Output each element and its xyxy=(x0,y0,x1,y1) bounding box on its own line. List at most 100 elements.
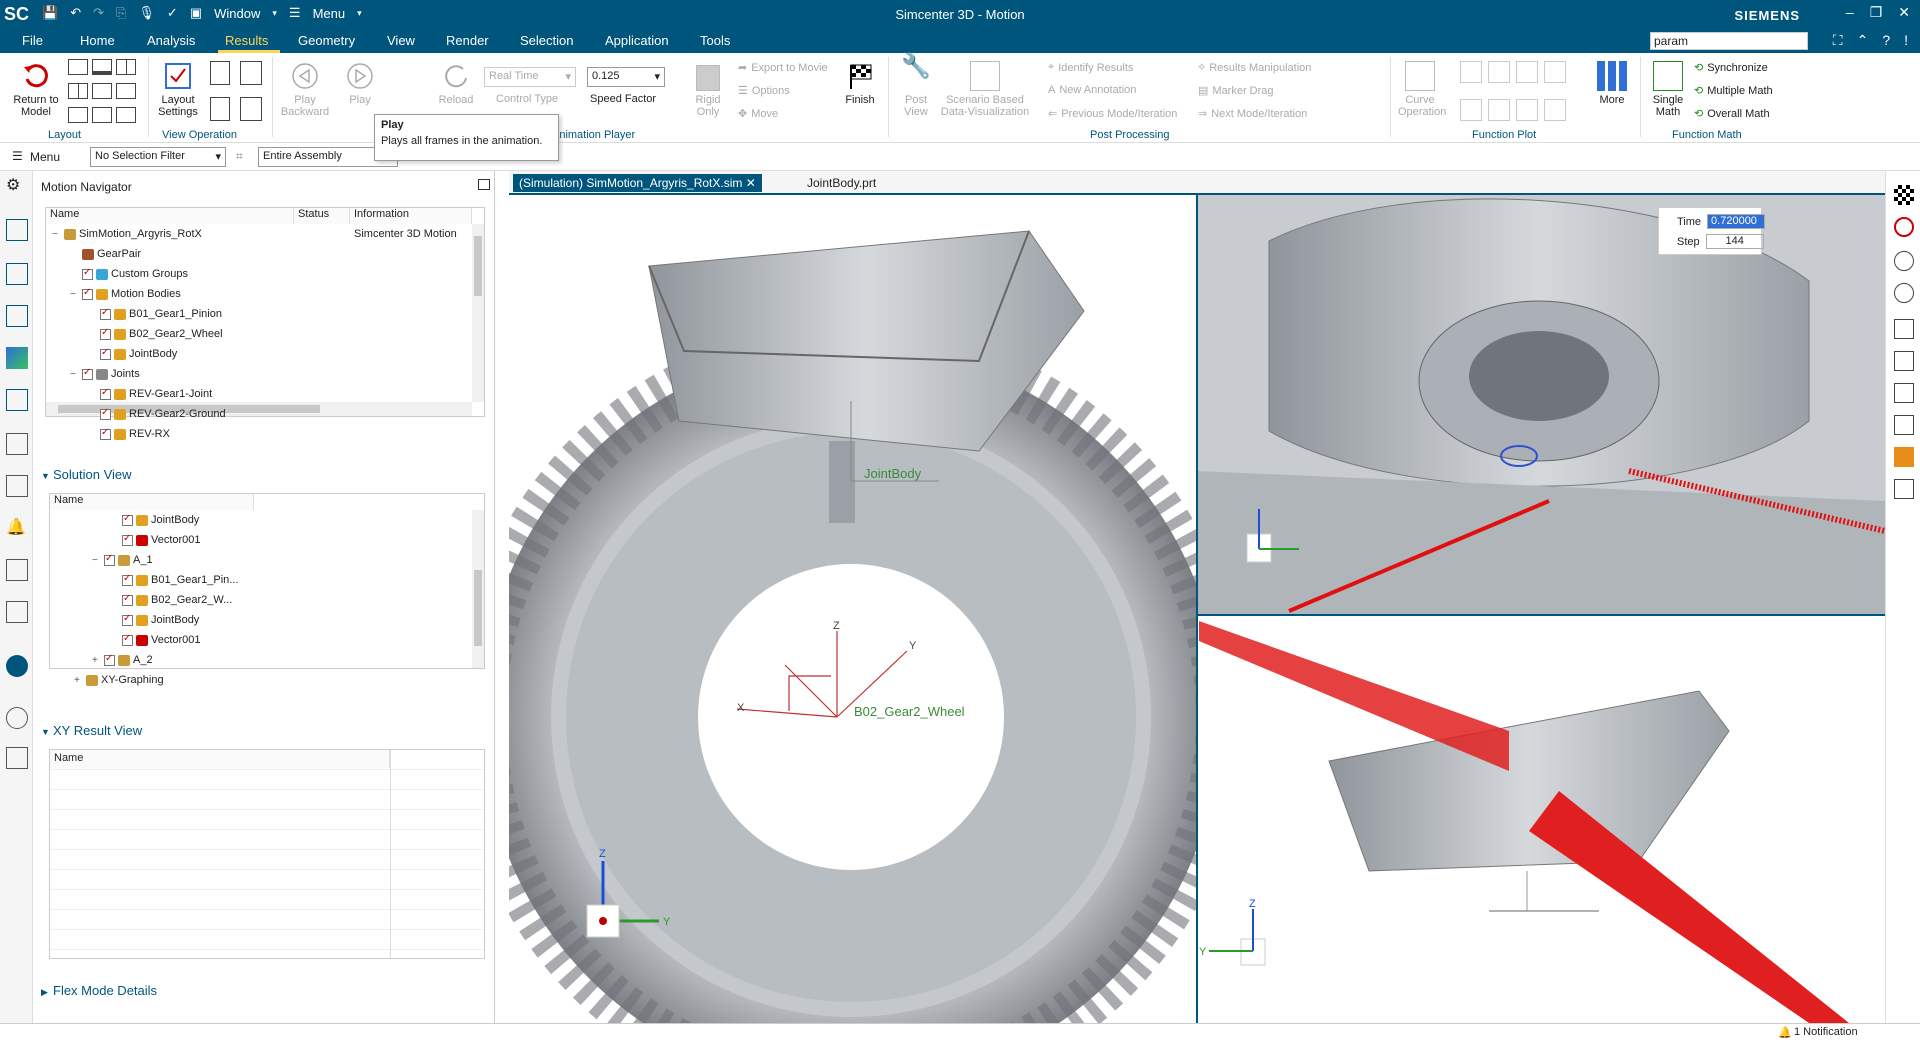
constraint-navigator-icon[interactable] xyxy=(6,305,28,327)
part-navigator-icon[interactable] xyxy=(6,433,28,455)
visibility-checkbox[interactable] xyxy=(82,287,93,300)
expand-toggle-icon[interactable]: − xyxy=(70,289,82,300)
tree-row[interactable]: + XY-Graphing xyxy=(50,670,470,690)
page-icon[interactable] xyxy=(210,61,230,85)
column-header-name[interactable]: Name xyxy=(46,208,294,224)
flex-mode-details-header[interactable]: ▶ Flex Mode Details xyxy=(41,983,157,998)
layout-vsplit-icon[interactable] xyxy=(68,83,88,99)
tree-row[interactable]: JointBody xyxy=(50,510,470,530)
layout-four-icon[interactable] xyxy=(116,59,136,75)
tab-analysis[interactable]: Analysis xyxy=(147,33,195,48)
tree-row[interactable]: Custom Groups xyxy=(46,264,470,284)
tab-results[interactable]: Results xyxy=(225,33,268,48)
wheel-gear[interactable] xyxy=(456,195,1246,1040)
tree-row[interactable]: B02_Gear2_Wheel xyxy=(46,324,470,344)
tools-icon[interactable] xyxy=(6,747,28,769)
search-input[interactable] xyxy=(1650,32,1808,50)
checkered-flag-icon[interactable] xyxy=(1894,185,1914,205)
expand-toggle-icon[interactable]: + xyxy=(92,655,104,666)
palette-icon[interactable] xyxy=(6,601,28,623)
print-icon[interactable] xyxy=(240,61,262,85)
reload-button[interactable]: Reload xyxy=(436,61,476,106)
post-processing-navigator-icon[interactable] xyxy=(6,347,28,369)
visibility-checkbox[interactable] xyxy=(100,347,111,360)
single-math-button[interactable]: Single Math xyxy=(1648,61,1688,118)
xy-result-view-header[interactable]: ▼ XY Result View xyxy=(41,723,142,738)
expand-toggle-icon[interactable]: − xyxy=(52,229,64,240)
notification-count[interactable]: 1 Notification xyxy=(1794,1026,1858,1038)
vertical-scrollbar[interactable] xyxy=(472,510,484,668)
visibility-checkbox[interactable] xyxy=(122,533,133,546)
alert-icon[interactable]: ! xyxy=(1904,32,1908,49)
tree-row[interactable]: JointBody xyxy=(50,610,470,630)
layout-single-icon[interactable] xyxy=(68,59,88,75)
filter-icon[interactable]: ⌗ xyxy=(236,149,243,164)
column-header-information[interactable]: Information xyxy=(350,208,472,224)
expand-toggle-icon[interactable]: + xyxy=(74,675,86,686)
multiple-math-button[interactable]: ⟲ Multiple Math xyxy=(1694,84,1773,98)
layout-nine-icon[interactable] xyxy=(116,107,136,123)
solution-view-header[interactable]: ▼ Solution View xyxy=(41,467,132,482)
tree-row[interactable]: GearPair xyxy=(46,244,470,264)
tree-row[interactable]: − Motion Bodies xyxy=(46,284,470,304)
results-manipulation-button[interactable]: ⟡ Results Manipulation xyxy=(1198,61,1311,74)
stop-icon[interactable] xyxy=(1894,283,1914,303)
minimize-button[interactable]: – xyxy=(1846,4,1854,21)
pause-icon[interactable] xyxy=(1894,251,1914,271)
menu-button[interactable]: Menu xyxy=(30,150,60,164)
history-icon[interactable] xyxy=(6,559,28,581)
layout-hsplit-icon[interactable] xyxy=(92,83,112,99)
refresh-icon[interactable] xyxy=(1894,217,1914,237)
pinion-view[interactable] xyxy=(1197,195,1886,615)
scrollbar-thumb[interactable] xyxy=(474,236,482,296)
collapse-ribbon-icon[interactable]: ⌃ xyxy=(1857,32,1869,49)
plot-area-icon[interactable] xyxy=(1544,61,1566,83)
camera-icon[interactable] xyxy=(1544,99,1566,121)
tab-application[interactable]: Application xyxy=(605,33,669,48)
gear-scene[interactable]: B02_Gear2_Wheel JointBody X Z Y Z Y Z Y xyxy=(456,171,1886,1040)
layout-two-icon[interactable] xyxy=(92,59,112,75)
identify-results-button[interactable]: ⌖ Identify Results xyxy=(1048,61,1133,74)
tab-tools[interactable]: Tools xyxy=(700,33,730,48)
tree-row[interactable]: B01_Gear1_Pin... xyxy=(50,570,470,590)
visibility-checkbox[interactable] xyxy=(104,553,115,566)
shape-icon[interactable] xyxy=(1894,351,1914,371)
graphics-window[interactable]: B02_Gear2_Wheel JointBody X Z Y Z Y Z Y xyxy=(456,171,1886,1040)
capture-icon[interactable] xyxy=(240,97,262,121)
layout-three-icon[interactable] xyxy=(68,107,88,123)
rigid-only-button[interactable]: Rigid Only xyxy=(688,65,728,118)
marker-drag-button[interactable]: ▤ Marker Drag xyxy=(1198,84,1274,98)
layout-settings-button[interactable]: Layout Settings xyxy=(155,61,201,118)
camera-icon[interactable] xyxy=(1894,479,1914,499)
tree-row[interactable]: Vector001 xyxy=(50,630,470,650)
material-icon[interactable] xyxy=(1894,447,1914,467)
tree-row[interactable]: REV-RX xyxy=(46,424,470,444)
tree-row[interactable]: REV-Gear2-Ground xyxy=(46,404,470,424)
step-icon[interactable] xyxy=(1894,319,1914,339)
tab-home[interactable]: Home xyxy=(80,33,115,48)
control-type-select[interactable]: Real Time ▾ xyxy=(484,67,576,87)
tree-row[interactable]: B02_Gear2_W... xyxy=(50,590,470,610)
visibility-checkbox[interactable] xyxy=(82,367,93,380)
reuse-library-icon[interactable] xyxy=(6,475,28,497)
tree-row[interactable]: − Joints xyxy=(46,364,470,384)
help-icon[interactable]: ? xyxy=(1882,32,1890,49)
visibility-checkbox[interactable] xyxy=(122,613,133,626)
close-button[interactable]: ✕ xyxy=(1898,4,1910,21)
column-header-name[interactable]: Name xyxy=(50,750,390,768)
tree-row[interactable]: B01_Gear1_Pinion xyxy=(46,304,470,324)
layout-six-icon[interactable] xyxy=(92,107,112,123)
scrollbar-thumb[interactable] xyxy=(474,570,482,646)
tab-geometry[interactable]: Geometry xyxy=(298,33,355,48)
visibility-checkbox[interactable] xyxy=(100,307,111,320)
visibility-checkbox[interactable] xyxy=(100,407,111,420)
gear-icon[interactable]: ⚙ xyxy=(6,175,28,197)
tab-view[interactable]: View xyxy=(387,33,415,48)
visibility-checkbox[interactable] xyxy=(122,513,133,526)
clock-icon[interactable] xyxy=(6,707,28,729)
maximize-panel-icon[interactable] xyxy=(478,179,490,190)
tree-row[interactable]: REV-Gear1-Joint xyxy=(46,384,470,404)
expand-toggle-icon[interactable]: − xyxy=(92,555,104,566)
step-field[interactable]: 144 xyxy=(1705,234,1764,249)
plot-bar-icon[interactable] xyxy=(1516,61,1538,83)
